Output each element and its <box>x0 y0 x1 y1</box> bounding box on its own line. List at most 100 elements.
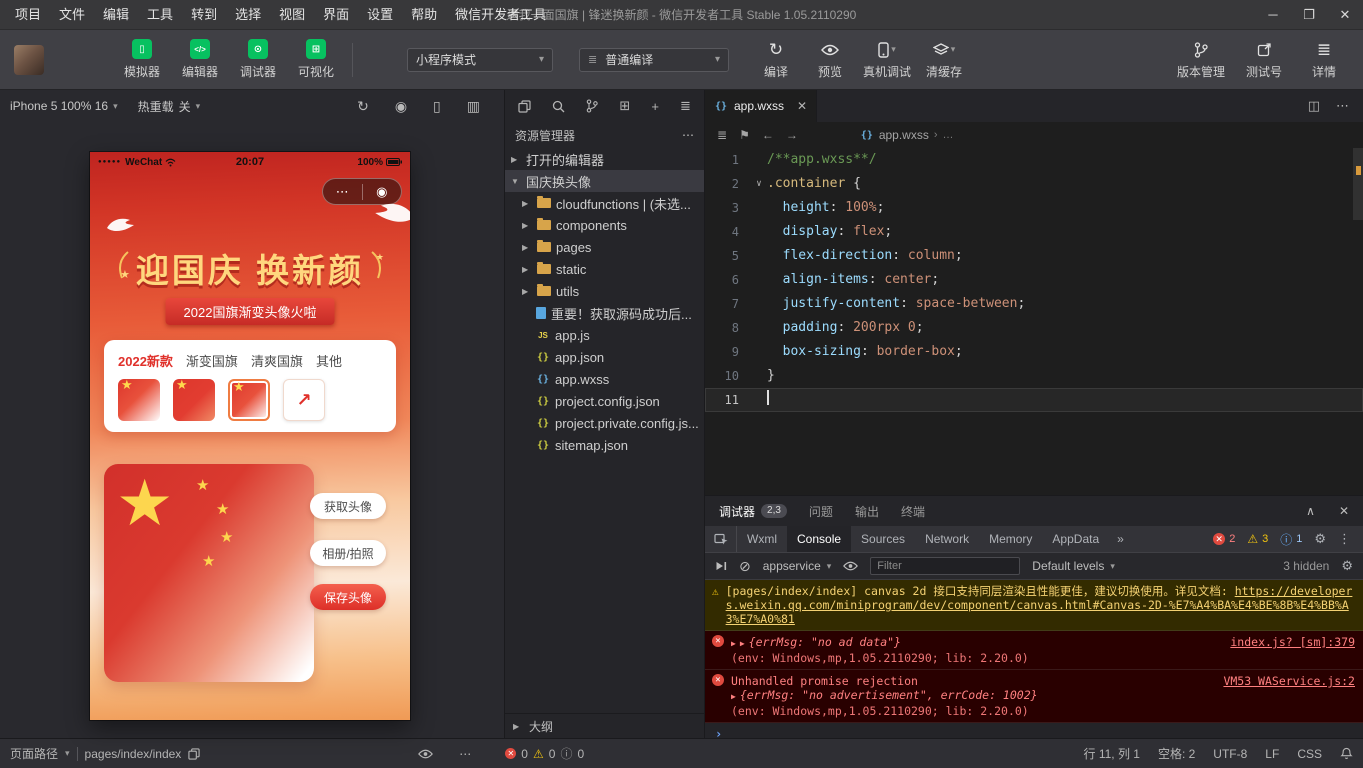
tab-clean-flag[interactable]: 清爽国旗 <box>251 351 303 370</box>
tree-file-app-wxss[interactable]: {} app.wxss <box>505 368 704 390</box>
nav-forward-icon[interactable]: → <box>786 128 798 142</box>
hot-reload-toggle[interactable]: 热重载 关 ▾ <box>138 98 201 115</box>
tab-problems[interactable]: 问题 <box>809 503 833 520</box>
menu-tools[interactable]: 工具 <box>138 0 182 29</box>
console-settings-icon[interactable]: ⚙ <box>1341 558 1353 574</box>
tree-folder-utils[interactable]: ▶ utils <box>505 280 704 302</box>
code-line[interactable]: 9 box-sizing: border-box; <box>705 340 1363 364</box>
version-control-button[interactable]: 版本管理 <box>1173 40 1229 80</box>
bookmark-icon[interactable]: ⚑ <box>739 128 750 142</box>
outline-list-icon[interactable]: ≣ <box>717 128 727 142</box>
language-mode[interactable]: CSS <box>1297 747 1322 761</box>
close-tab-icon[interactable]: ✕ <box>797 99 807 113</box>
more-tabs-icon[interactable]: » <box>1109 526 1132 552</box>
project-root-section[interactable]: ▼ 国庆换头像 <box>505 170 704 192</box>
collapse-all-icon[interactable]: ≣ <box>680 98 691 114</box>
menu-edit[interactable]: 编辑 <box>94 0 138 29</box>
message-object[interactable]: {errMsg: "no ad data"} <box>749 635 901 649</box>
flag-thumbnail-selected[interactable]: ★ <box>228 379 270 421</box>
tree-folder-static[interactable]: ▶ static <box>505 258 704 280</box>
fold-icon[interactable]: ∨ <box>751 172 767 196</box>
tab-debugger[interactable]: 调试器 2,3 <box>719 503 787 520</box>
compile-mode-select[interactable]: ≣ 普通编译 ▾ <box>579 48 729 72</box>
collapse-panel-icon[interactable]: ∧ <box>1306 504 1315 518</box>
remote-debug-button[interactable]: ▾ 真机调试 <box>859 40 915 80</box>
clear-console-icon[interactable]: ⊘ <box>739 558 751 575</box>
tree-file-project-private-config[interactable]: {} project.private.config.js... <box>505 412 704 434</box>
message-object[interactable]: {errMsg: "no advertisement", errCode: 10… <box>740 688 1038 702</box>
console-sidebar-icon[interactable] <box>715 560 727 572</box>
menu-help[interactable]: 帮助 <box>402 0 446 29</box>
code-line[interactable]: 1/**app.wxss**/ <box>705 148 1363 172</box>
mode-select[interactable]: 小程序模式 ▾ <box>407 48 553 72</box>
bell-icon[interactable] <box>1340 747 1353 760</box>
tree-file-app-json[interactable]: {} app.json <box>505 346 704 368</box>
tab-terminal[interactable]: 终端 <box>901 503 925 520</box>
tree-file-sitemap[interactable]: {} sitemap.json <box>505 434 704 456</box>
code-line[interactable]: 2∨.container { <box>705 172 1363 196</box>
expand-caret-icon[interactable]: ▶ <box>740 637 745 651</box>
devtools-tab-appdata[interactable]: AppData <box>1042 526 1109 552</box>
device-frame-icon[interactable]: ▯ <box>433 98 441 115</box>
outline-section[interactable]: ▶ 大纲 <box>505 713 704 738</box>
tab-other[interactable]: 其他 <box>316 351 342 370</box>
search-icon[interactable] <box>552 100 565 113</box>
open-editors-section[interactable]: ▶ 打开的编辑器 <box>505 148 704 170</box>
more-actions-icon[interactable]: ⋯ <box>1336 98 1349 114</box>
tree-folder-components[interactable]: ▶ components <box>505 214 704 236</box>
npm-grid-icon[interactable]: ⊞ <box>619 98 630 114</box>
menu-file[interactable]: 文件 <box>50 0 94 29</box>
debugger-toggle-button[interactable]: ⊙ 调试器 <box>232 39 284 80</box>
warning-count[interactable]: ⚠3 <box>1247 532 1268 546</box>
nav-back-icon[interactable]: ← <box>762 128 774 142</box>
encoding-setting[interactable]: UTF-8 <box>1213 747 1247 761</box>
devtools-tab-sources[interactable]: Sources <box>851 526 915 552</box>
devtools-tab-wxml[interactable]: Wxml <box>737 526 787 552</box>
device-select[interactable]: iPhone 5 100% 16 ▾ <box>10 99 118 113</box>
details-button[interactable]: ≣ 详情 <box>1299 40 1349 80</box>
tab-app-wxss[interactable]: {} app.wxss ✕ <box>705 90 817 122</box>
flag-thumbnail[interactable]: ★ <box>173 379 215 421</box>
new-file-icon[interactable]: + <box>651 99 659 114</box>
clear-cache-button[interactable]: ▾ 清缓存 <box>919 40 969 80</box>
git-branch-icon[interactable] <box>586 99 598 113</box>
code-line[interactable]: 5 flex-direction: column; <box>705 244 1363 268</box>
code-line[interactable]: 6 align-items: center; <box>705 268 1363 292</box>
devtools-tab-console[interactable]: Console <box>787 526 851 552</box>
editor-toggle-button[interactable]: </> 编辑器 <box>174 39 226 80</box>
code-line[interactable]: 4 display: flex; <box>705 220 1363 244</box>
maximize-button[interactable]: ❐ <box>1291 0 1327 29</box>
code-line[interactable]: 8 padding: 200rpx 0; <box>705 316 1363 340</box>
save-avatar-button[interactable]: 保存头像 <box>310 584 386 610</box>
devtools-settings-icon[interactable]: ⚙ <box>1314 531 1326 547</box>
user-avatar[interactable] <box>14 45 44 75</box>
album-camera-button[interactable]: 相册/拍照 <box>310 540 386 566</box>
problems-summary[interactable]: ✕ 0 ⚠ 0 ⓘ 0 <box>505 745 584 762</box>
menu-interface[interactable]: 界面 <box>314 0 358 29</box>
simulator-toggle-button[interactable]: ▯ 模拟器 <box>116 39 168 80</box>
minimize-button[interactable]: ─ <box>1255 0 1291 29</box>
log-levels-select[interactable]: Default levels ▾ <box>1032 559 1115 573</box>
tree-file-project-config[interactable]: {} project.config.json <box>505 390 704 412</box>
kebab-menu-icon[interactable]: ⋮ <box>1338 531 1351 547</box>
copy-path-icon[interactable] <box>188 748 200 760</box>
source-link[interactable]: index.js? [sm]:379 <box>1230 635 1355 649</box>
tree-folder-cloudfunctions[interactable]: ▶ cloudfunctions | (未选... <box>505 192 704 214</box>
test-account-button[interactable]: 测试号 <box>1239 40 1289 80</box>
code-editor[interactable]: 1/**app.wxss**/ 2∨.container { 3 height:… <box>705 148 1363 495</box>
console-prompt[interactable]: › <box>705 723 1363 738</box>
devtools-tab-network[interactable]: Network <box>915 526 979 552</box>
live-expression-eye-icon[interactable] <box>843 561 858 571</box>
close-panel-icon[interactable]: ✕ <box>1339 504 1349 518</box>
tab-2022-new[interactable]: 2022新款 <box>118 351 173 370</box>
preview-button[interactable]: 预览 <box>805 40 855 80</box>
code-line[interactable]: 3 height: 100%; <box>705 196 1363 220</box>
menu-select[interactable]: 选择 <box>226 0 270 29</box>
more-actions-icon[interactable]: ⋯ <box>459 747 471 761</box>
menu-goto[interactable]: 转到 <box>182 0 226 29</box>
compile-button[interactable]: ↻ 编译 <box>751 40 801 80</box>
eye-icon[interactable] <box>418 749 433 759</box>
tree-file-app-js[interactable]: JS app.js <box>505 324 704 346</box>
menu-project[interactable]: 项目 <box>6 0 50 29</box>
devtools-tab-memory[interactable]: Memory <box>979 526 1042 552</box>
